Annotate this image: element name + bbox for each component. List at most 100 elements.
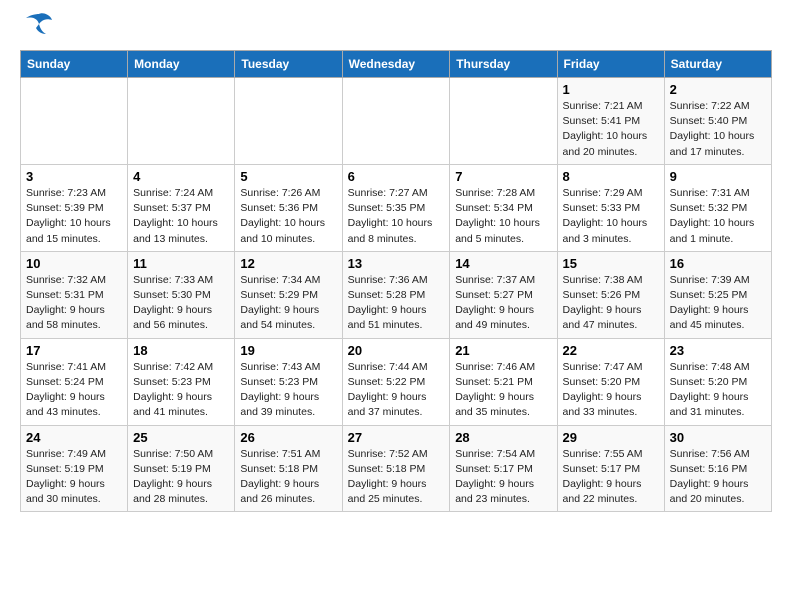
day-info: Sunrise: 7:49 AM Sunset: 5:19 PM Dayligh…	[26, 447, 122, 508]
calendar-cell: 1Sunrise: 7:21 AM Sunset: 5:41 PM Daylig…	[557, 78, 664, 165]
day-info: Sunrise: 7:34 AM Sunset: 5:29 PM Dayligh…	[240, 273, 336, 334]
calendar-cell: 3Sunrise: 7:23 AM Sunset: 5:39 PM Daylig…	[21, 164, 128, 251]
day-info: Sunrise: 7:29 AM Sunset: 5:33 PM Dayligh…	[563, 186, 659, 247]
calendar-cell: 20Sunrise: 7:44 AM Sunset: 5:22 PM Dayli…	[342, 338, 450, 425]
day-info: Sunrise: 7:51 AM Sunset: 5:18 PM Dayligh…	[240, 447, 336, 508]
day-info: Sunrise: 7:52 AM Sunset: 5:18 PM Dayligh…	[348, 447, 445, 508]
day-info: Sunrise: 7:47 AM Sunset: 5:20 PM Dayligh…	[563, 360, 659, 421]
day-number: 27	[348, 430, 445, 445]
calendar-cell: 24 Sunrise: 7:49 AM Sunset: 5:19 PM Dayli…	[21, 425, 128, 512]
day-number: 3	[26, 169, 122, 184]
day-number: 24	[26, 430, 122, 445]
calendar-week-5: 24 Sunrise: 7:49 AM Sunset: 5:19 PM Dayli…	[21, 425, 772, 512]
calendar-cell: 8Sunrise: 7:29 AM Sunset: 5:33 PM Daylig…	[557, 164, 664, 251]
day-info: Sunrise: 7:37 AM Sunset: 5:27 PM Dayligh…	[455, 273, 551, 334]
day-info: Sunrise: 7:27 AM Sunset: 5:35 PM Dayligh…	[348, 186, 445, 247]
day-info: Sunrise: 7:56 AM Sunset: 5:16 PM Dayligh…	[670, 447, 766, 508]
calendar-cell: 13 Sunrise: 7:36 AM Sunset: 5:28 PM Dayli…	[342, 251, 450, 338]
logo-bird-icon	[24, 12, 54, 40]
day-number: 25	[133, 430, 229, 445]
calendar-header-row: SundayMondayTuesdayWednesdayThursdayFrid…	[21, 51, 772, 78]
calendar-cell: 17 Sunrise: 7:41 AM Sunset: 5:24 PM Dayli…	[21, 338, 128, 425]
day-info: Sunrise: 7:43 AM Sunset: 5:23 PM Dayligh…	[240, 360, 336, 421]
calendar-cell: 11Sunrise: 7:33 AM Sunset: 5:30 PM Dayli…	[128, 251, 235, 338]
day-number: 14	[455, 256, 551, 271]
day-number: 4	[133, 169, 229, 184]
calendar-cell: 25 Sunrise: 7:50 AM Sunset: 5:19 PM Dayli…	[128, 425, 235, 512]
calendar-cell: 7 Sunrise: 7:28 AM Sunset: 5:34 PM Daylig…	[450, 164, 557, 251]
day-number: 1	[563, 82, 659, 97]
calendar-cell	[342, 78, 450, 165]
day-number: 26	[240, 430, 336, 445]
day-number: 7	[455, 169, 551, 184]
day-number: 18	[133, 343, 229, 358]
calendar-week-2: 3Sunrise: 7:23 AM Sunset: 5:39 PM Daylig…	[21, 164, 772, 251]
calendar-cell: 21 Sunrise: 7:46 AM Sunset: 5:21 PM Dayli…	[450, 338, 557, 425]
day-info: Sunrise: 7:50 AM Sunset: 5:19 PM Dayligh…	[133, 447, 229, 508]
calendar-cell: 19 Sunrise: 7:43 AM Sunset: 5:23 PM Dayli…	[235, 338, 342, 425]
calendar-cell: 28 Sunrise: 7:54 AM Sunset: 5:17 PM Dayli…	[450, 425, 557, 512]
col-header-saturday: Saturday	[664, 51, 771, 78]
calendar-cell	[450, 78, 557, 165]
calendar-cell	[21, 78, 128, 165]
day-info: Sunrise: 7:48 AM Sunset: 5:20 PM Dayligh…	[670, 360, 766, 421]
page-header	[20, 20, 772, 40]
col-header-monday: Monday	[128, 51, 235, 78]
calendar-cell: 10 Sunrise: 7:32 AM Sunset: 5:31 PM Dayli…	[21, 251, 128, 338]
calendar-cell: 26 Sunrise: 7:51 AM Sunset: 5:18 PM Dayli…	[235, 425, 342, 512]
day-info: Sunrise: 7:36 AM Sunset: 5:28 PM Dayligh…	[348, 273, 445, 334]
day-info: Sunrise: 7:44 AM Sunset: 5:22 PM Dayligh…	[348, 360, 445, 421]
day-number: 19	[240, 343, 336, 358]
day-number: 12	[240, 256, 336, 271]
col-header-thursday: Thursday	[450, 51, 557, 78]
day-info: Sunrise: 7:38 AM Sunset: 5:26 PM Dayligh…	[563, 273, 659, 334]
calendar-cell: 29 Sunrise: 7:55 AM Sunset: 5:17 PM Dayli…	[557, 425, 664, 512]
day-number: 15	[563, 256, 659, 271]
calendar-week-1: 1Sunrise: 7:21 AM Sunset: 5:41 PM Daylig…	[21, 78, 772, 165]
day-number: 30	[670, 430, 766, 445]
day-info: Sunrise: 7:33 AM Sunset: 5:30 PM Dayligh…	[133, 273, 229, 334]
calendar-cell: 23 Sunrise: 7:48 AM Sunset: 5:20 PM Dayli…	[664, 338, 771, 425]
day-number: 5	[240, 169, 336, 184]
calendar-cell: 22 Sunrise: 7:47 AM Sunset: 5:20 PM Dayli…	[557, 338, 664, 425]
day-info: Sunrise: 7:24 AM Sunset: 5:37 PM Dayligh…	[133, 186, 229, 247]
logo	[20, 20, 54, 40]
day-number: 9	[670, 169, 766, 184]
day-info: Sunrise: 7:54 AM Sunset: 5:17 PM Dayligh…	[455, 447, 551, 508]
day-number: 23	[670, 343, 766, 358]
day-number: 28	[455, 430, 551, 445]
calendar-week-4: 17 Sunrise: 7:41 AM Sunset: 5:24 PM Dayli…	[21, 338, 772, 425]
calendar-cell: 15 Sunrise: 7:38 AM Sunset: 5:26 PM Dayli…	[557, 251, 664, 338]
col-header-sunday: Sunday	[21, 51, 128, 78]
day-number: 29	[563, 430, 659, 445]
calendar-table: SundayMondayTuesdayWednesdayThursdayFrid…	[20, 50, 772, 512]
day-number: 2	[670, 82, 766, 97]
day-info: Sunrise: 7:55 AM Sunset: 5:17 PM Dayligh…	[563, 447, 659, 508]
day-number: 6	[348, 169, 445, 184]
day-info: Sunrise: 7:41 AM Sunset: 5:24 PM Dayligh…	[26, 360, 122, 421]
calendar-cell: 14 Sunrise: 7:37 AM Sunset: 5:27 PM Dayli…	[450, 251, 557, 338]
calendar-cell: 5Sunrise: 7:26 AM Sunset: 5:36 PM Daylig…	[235, 164, 342, 251]
calendar-cell: 9 Sunrise: 7:31 AM Sunset: 5:32 PM Daylig…	[664, 164, 771, 251]
day-number: 16	[670, 256, 766, 271]
day-info: Sunrise: 7:32 AM Sunset: 5:31 PM Dayligh…	[26, 273, 122, 334]
col-header-wednesday: Wednesday	[342, 51, 450, 78]
day-info: Sunrise: 7:31 AM Sunset: 5:32 PM Dayligh…	[670, 186, 766, 247]
day-number: 13	[348, 256, 445, 271]
calendar-cell: 12 Sunrise: 7:34 AM Sunset: 5:29 PM Dayli…	[235, 251, 342, 338]
calendar-cell: 18 Sunrise: 7:42 AM Sunset: 5:23 PM Dayli…	[128, 338, 235, 425]
day-info: Sunrise: 7:46 AM Sunset: 5:21 PM Dayligh…	[455, 360, 551, 421]
day-info: Sunrise: 7:42 AM Sunset: 5:23 PM Dayligh…	[133, 360, 229, 421]
calendar-cell: 2Sunrise: 7:22 AM Sunset: 5:40 PM Daylig…	[664, 78, 771, 165]
day-number: 21	[455, 343, 551, 358]
day-number: 10	[26, 256, 122, 271]
calendar-week-3: 10 Sunrise: 7:32 AM Sunset: 5:31 PM Dayli…	[21, 251, 772, 338]
calendar-cell	[128, 78, 235, 165]
calendar-cell: 16 Sunrise: 7:39 AM Sunset: 5:25 PM Dayli…	[664, 251, 771, 338]
calendar-cell: 6 Sunrise: 7:27 AM Sunset: 5:35 PM Daylig…	[342, 164, 450, 251]
day-number: 22	[563, 343, 659, 358]
day-info: Sunrise: 7:39 AM Sunset: 5:25 PM Dayligh…	[670, 273, 766, 334]
col-header-friday: Friday	[557, 51, 664, 78]
day-number: 17	[26, 343, 122, 358]
day-info: Sunrise: 7:28 AM Sunset: 5:34 PM Dayligh…	[455, 186, 551, 247]
